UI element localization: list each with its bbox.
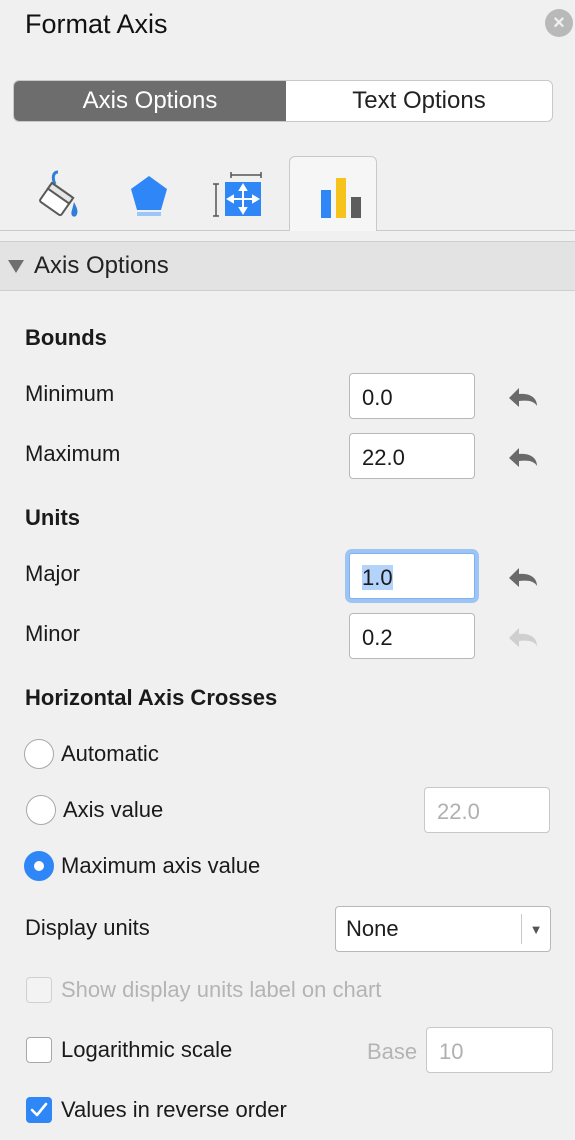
radio-dot	[34, 861, 44, 871]
axis-options-tab[interactable]: Axis Options	[14, 81, 286, 121]
maximum-axis-value-radio[interactable]	[24, 851, 54, 881]
section-title: Axis Options	[34, 252, 169, 279]
logarithmic-scale-checkbox[interactable]	[26, 1037, 52, 1063]
axis-options-icon-tab[interactable]	[289, 156, 377, 231]
icon-tab-divider	[0, 230, 575, 231]
paint-bucket-icon	[39, 170, 78, 217]
panel-title: Format Axis	[25, 9, 168, 39]
minor-input[interactable]: 0.2	[349, 613, 475, 659]
minimum-input[interactable]: 0.0	[349, 373, 475, 419]
logarithmic-scale-label[interactable]: Logarithmic scale	[61, 1037, 232, 1063]
axis-value-radio[interactable]	[26, 795, 56, 825]
maximum-input[interactable]: 22.0	[349, 433, 475, 479]
display-units-value: None	[346, 916, 399, 941]
automatic-radio[interactable]	[24, 739, 54, 769]
display-units-select[interactable]: None ▼	[335, 906, 551, 952]
major-value-selected: 1.0	[362, 565, 393, 590]
size-properties-icon	[213, 172, 262, 217]
pentagon-icon	[131, 176, 167, 216]
effects-tab[interactable]	[119, 166, 179, 226]
reset-major-icon[interactable]	[505, 562, 541, 592]
show-units-label-text: Show display units label on chart	[61, 977, 382, 1002]
reset-maximum-icon[interactable]	[505, 442, 541, 472]
reset-minimum-icon[interactable]	[505, 382, 541, 412]
reverse-order-label[interactable]: Values in reverse order	[61, 1097, 287, 1123]
minimum-label: Minimum	[25, 381, 115, 406]
base-input: 10	[426, 1027, 553, 1073]
collapse-triangle-icon	[8, 259, 24, 273]
units-heading: Units	[25, 505, 80, 530]
axis-value-input: 22.0	[424, 787, 550, 833]
size-properties-tab[interactable]	[208, 166, 268, 226]
dropdown-arrow-icon: ▼	[529, 921, 543, 937]
reverse-order-checkbox[interactable]	[26, 1097, 52, 1123]
display-units-label: Display units	[25, 915, 150, 940]
close-icon: ×	[553, 12, 565, 34]
bar-chart-icon	[320, 178, 361, 218]
bounds-heading: Bounds	[25, 325, 107, 350]
fill-line-tab[interactable]	[28, 166, 88, 226]
automatic-label[interactable]: Automatic	[61, 741, 159, 767]
minor-label: Minor	[25, 621, 81, 646]
base-label: Base	[367, 1039, 418, 1064]
major-input[interactable]: 1.0	[349, 553, 475, 599]
major-label: Major	[25, 561, 81, 586]
text-options-tab[interactable]: Text Options	[286, 81, 552, 121]
crosses-heading: Horizontal Axis Crosses	[25, 685, 278, 710]
axis-options-section-header[interactable]: Axis Options	[0, 241, 575, 291]
reset-minor-icon	[509, 628, 537, 647]
checkmark-icon	[30, 1102, 48, 1117]
options-segmented-control: Axis Options Text Options	[13, 80, 553, 122]
close-button[interactable]: ×	[545, 9, 573, 37]
axis-value-label[interactable]: Axis value	[63, 797, 163, 823]
maximum-label: Maximum	[25, 441, 121, 466]
show-units-label-checkbox	[26, 977, 52, 1003]
maximum-axis-value-label[interactable]: Maximum axis value	[61, 853, 260, 879]
